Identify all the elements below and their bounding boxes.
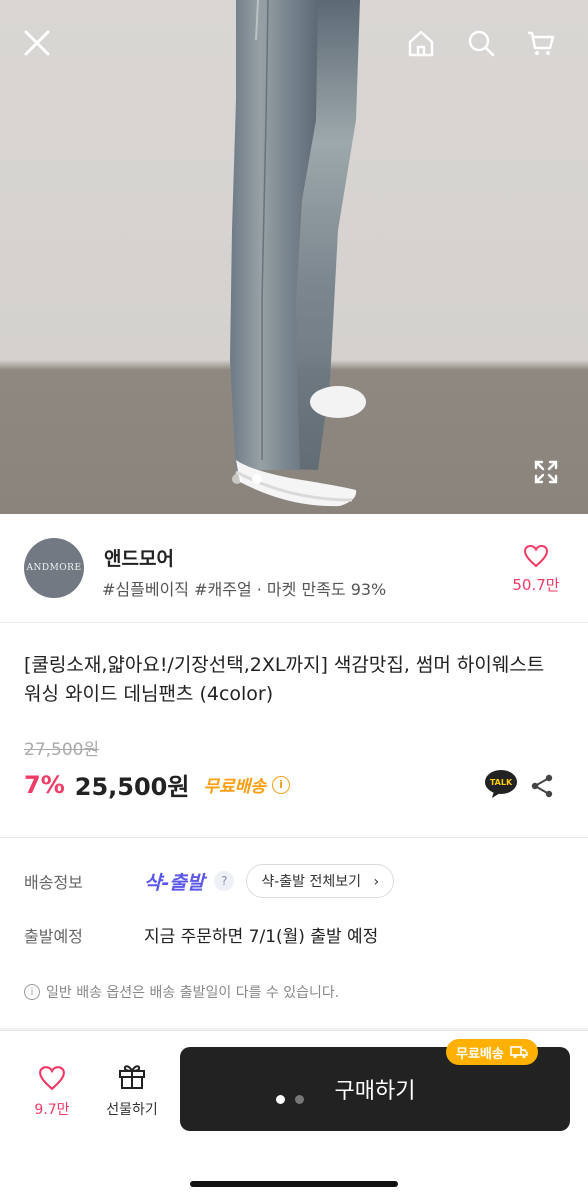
shop-section[interactable]: ANDMORE 앤드모어 #심플베이직 #캐주얼 · 마켓 만족도 93% 50… (0, 514, 588, 623)
departure-label: 출발예정 (24, 926, 83, 946)
gallery-pagination (232, 474, 262, 484)
shop-like-button[interactable]: 50.7만 (508, 544, 564, 595)
cart-button[interactable] (526, 28, 566, 68)
gift-icon (119, 1065, 145, 1089)
shop-name[interactable]: 앤드모어 (104, 544, 174, 571)
share-button[interactable] (530, 773, 554, 803)
talk-icon: TALK (485, 770, 517, 798)
shak-service-name: 샥-출발 (144, 871, 205, 894)
home-icon (408, 30, 434, 57)
delivery-note: i 일반 배송 옵션은 배송 출발일이 다를 수 있습니다. (24, 982, 339, 1002)
free-shipping-badge: 무료배송 (446, 1039, 538, 1065)
home-indicator (190, 1181, 398, 1187)
home-button[interactable] (406, 28, 446, 68)
like-count: 9.7만 (34, 1102, 70, 1118)
expand-icon (534, 460, 558, 484)
buy-label: 구매하기 (334, 1079, 416, 1104)
product-info: [쿨링소재,얇아요!/기장선택,2XL까지] 색감맛집, 썸머 하이웨스트 워싱… (0, 623, 588, 838)
buy-pagination (276, 1095, 304, 1104)
close-icon (24, 30, 50, 56)
delivery-info-row: 배송정보 샥-출발 ? 샥-출발 전체보기 › (24, 864, 395, 898)
product-image[interactable] (0, 0, 588, 514)
heart-icon (39, 1066, 65, 1091)
gift-label: 선물하기 (106, 1102, 158, 1118)
truck-icon (510, 1046, 528, 1059)
departure-row: 출발예정 지금 주문하면 7/1(월) 출발 예정 (24, 922, 379, 948)
departure-value: 지금 주문하면 7/1(월) 출발 예정 (144, 927, 379, 947)
gallery-dot[interactable] (232, 474, 242, 484)
shop-like-count: 50.7만 (512, 576, 560, 594)
buy-dot (295, 1095, 304, 1104)
shak-view-all-label: 샥-출발 전체보기 (261, 874, 361, 890)
product-title: [쿨링소재,얇아요!/기장선택,2XL까지] 색감맛집, 썸머 하이웨스트 워싱… (24, 654, 545, 705)
sale-price: 25,500원 (74, 773, 190, 801)
delivery-section: 배송정보 샥-출발 ? 샥-출발 전체보기 › 출발예정 지금 주문하면 7/1… (0, 838, 588, 1028)
free-shipping-label: 무료배송 (203, 777, 267, 797)
chevron-right-icon: › (373, 874, 380, 890)
bottom-action-bar: 9.7만 선물하기 구매하기 무료배송 (0, 1030, 588, 1201)
cart-icon (528, 31, 555, 55)
buy-dot-active (276, 1095, 285, 1104)
delivery-info-label: 배송정보 (24, 873, 83, 892)
search-button[interactable] (466, 28, 506, 68)
search-icon (468, 30, 495, 57)
like-button[interactable]: 9.7만 (26, 1065, 78, 1119)
delivery-note-text: 일반 배송 옵션은 배송 출발일이 다를 수 있습니다. (46, 985, 340, 1001)
info-circle-icon: i (24, 984, 40, 1000)
gallery-dot-active[interactable] (252, 474, 262, 484)
discount-rate: 7% (24, 770, 65, 799)
expand-button[interactable] (532, 458, 560, 486)
help-icon[interactable]: ? (214, 871, 235, 891)
talk-label: TALK (490, 778, 513, 787)
talk-button[interactable]: TALK (484, 769, 518, 803)
free-shipping-badge-label: 무료배송 (456, 1046, 504, 1062)
jeans-photo (230, 0, 366, 507)
shak-view-all-button[interactable]: 샥-출발 전체보기 › (246, 864, 395, 898)
price-row: 7% 25,500원 무료배송 i (24, 767, 291, 802)
heart-icon (523, 544, 549, 568)
shop-logo[interactable]: ANDMORE (24, 538, 84, 598)
shop-tags: #심플베이직 #캐주얼 · 마켓 만족도 93% (102, 580, 387, 599)
gift-button[interactable]: 선물하기 (96, 1061, 168, 1119)
close-button[interactable] (22, 28, 62, 68)
share-icon (531, 774, 553, 798)
original-price: 27,500원 (24, 740, 100, 760)
shop-logo-text: ANDMORE (26, 563, 82, 573)
info-icon[interactable]: i (272, 775, 291, 794)
